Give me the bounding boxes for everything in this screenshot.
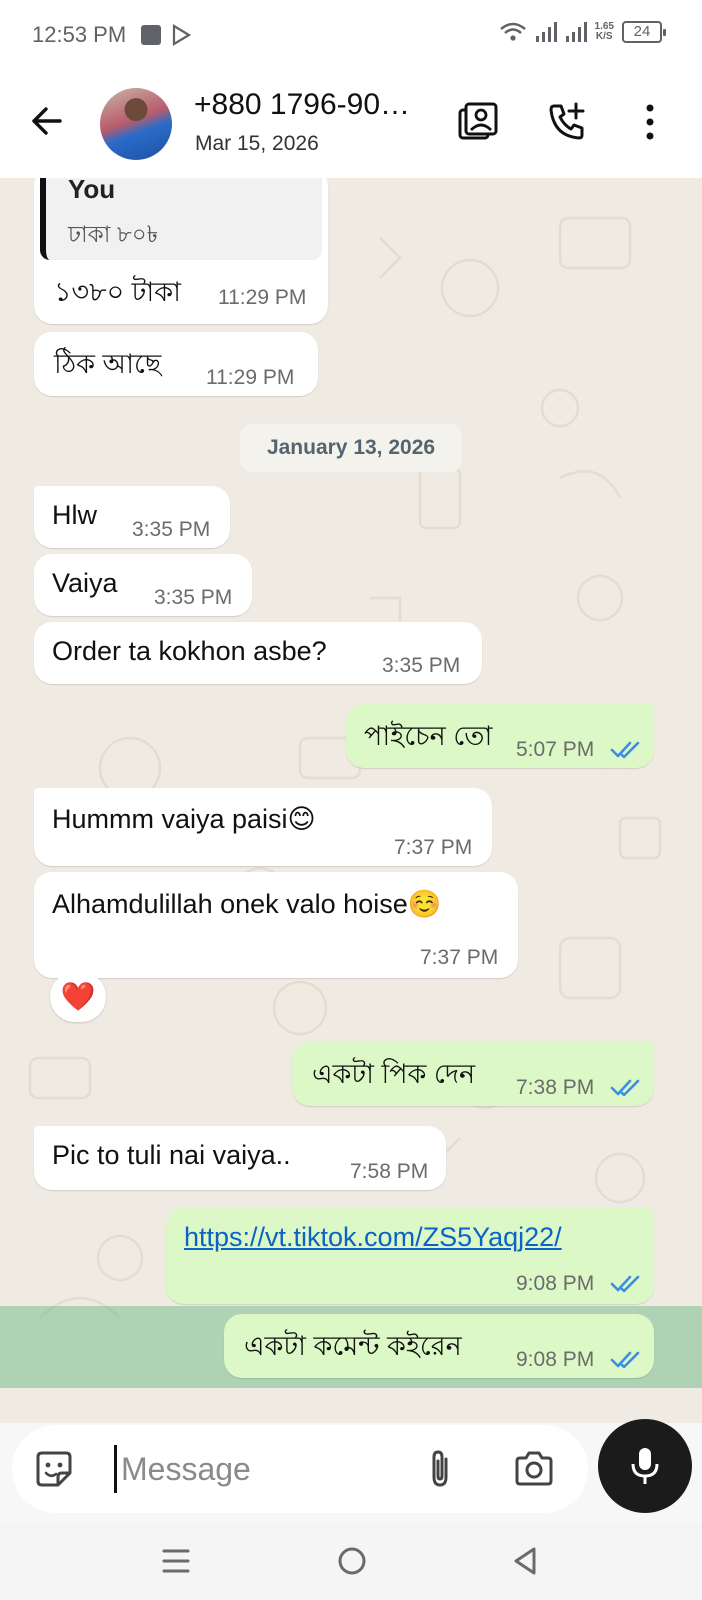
message-time: 3:35 PM <box>132 518 211 541</box>
chat-header: +880 1796-90… Mar 15, 2026 <box>0 70 702 178</box>
heart-reaction-icon[interactable]: ❤️ <box>50 972 106 1022</box>
message-time: 5:07 PM <box>516 738 595 761</box>
message-input-container[interactable] <box>12 1425 588 1513</box>
read-receipt-icon <box>610 741 640 759</box>
message-bubble-incoming[interactable]: You ঢাকা ৮০৳ ১৩৮০ টাকা 11:29 PM <box>34 178 328 324</box>
message-text: Alhamdulillah onek valo hoise☺️ <box>52 889 442 919</box>
status-indicators: 1.65 K/S 24 <box>499 20 666 44</box>
recents-icon[interactable] <box>158 1543 194 1579</box>
message-text: Vaiya <box>52 568 118 598</box>
message-bubble-outgoing[interactable]: একটা পিক দেন 7:38 PM <box>292 1042 654 1106</box>
message-bubble-incoming[interactable]: ঠিক আছে 11:29 PM <box>34 332 318 396</box>
back-arrow-icon[interactable] <box>26 100 68 142</box>
message-bubble-incoming[interactable]: Hlw 3:35 PM <box>34 486 230 548</box>
wifi-icon <box>499 22 526 41</box>
app-notification-icon <box>141 25 161 45</box>
play-notification-icon <box>172 24 192 46</box>
signal-icon-1 <box>535 22 557 42</box>
message-time: 3:35 PM <box>154 586 233 609</box>
status-bar: 12:53 PM 1.65 K/S 24 <box>0 0 702 70</box>
quoted-author: You <box>68 178 116 204</box>
camera-icon[interactable] <box>512 1447 556 1491</box>
message-text: Pic to tuli nai vaiya.. <box>52 1140 291 1170</box>
message-time: 7:37 PM <box>420 946 499 969</box>
battery-icon: 24 <box>622 21 666 43</box>
home-icon[interactable] <box>334 1543 370 1579</box>
message-bubble-incoming[interactable]: Alhamdulillah onek valo hoise☺️ 7:37 PM <box>34 872 518 978</box>
read-receipt-icon <box>610 1079 640 1097</box>
back-icon[interactable] <box>508 1543 544 1579</box>
system-nav-bar <box>0 1523 702 1600</box>
add-call-icon[interactable] <box>546 100 590 144</box>
signal-icon-2 <box>565 22 587 42</box>
message-bubble-outgoing[interactable]: পাইচেন তো 5:07 PM <box>346 704 654 768</box>
quoted-reply[interactable]: You ঢাকা ৮০৳ <box>40 178 322 260</box>
message-bubble-outgoing[interactable]: একটা কমেন্ট কইরেন 9:08 PM <box>224 1314 654 1378</box>
mic-icon <box>631 1448 659 1484</box>
message-text: একটা কমেন্ট কইরেন <box>244 1331 462 1361</box>
more-vert-icon[interactable] <box>628 100 672 144</box>
message-input[interactable] <box>114 1445 414 1493</box>
message-composer <box>0 1419 702 1523</box>
sticker-icon[interactable] <box>32 1447 76 1491</box>
contact-subtitle: Mar 15, 2026 <box>195 132 319 155</box>
message-text: Hlw <box>52 500 97 530</box>
message-time: 9:08 PM <box>516 1348 595 1371</box>
status-time: 12:53 PM <box>32 22 127 47</box>
read-receipt-icon <box>610 1275 640 1293</box>
message-bubble-incoming[interactable]: Vaiya 3:35 PM <box>34 554 252 616</box>
chat-area[interactable]: You ঢাকা ৮০৳ ১৩৮০ টাকা 11:29 PM ঠিক আছে … <box>0 178 702 1423</box>
net-speed: 1.65 K/S <box>595 22 614 42</box>
date-divider: January 13, 2026 <box>240 424 462 472</box>
voice-record-button[interactable] <box>598 1419 692 1513</box>
message-text: একটা পিক দেন <box>312 1059 476 1089</box>
avatar[interactable] <box>100 88 172 160</box>
contact-card-icon[interactable] <box>456 100 500 144</box>
message-text: ১৩৮০ টাকা <box>54 277 181 307</box>
message-text: ঠিক আছে <box>54 349 162 379</box>
message-text: Hummm vaiya paisi😊 <box>52 804 316 834</box>
read-receipt-icon <box>610 1351 640 1369</box>
message-time: 11:29 PM <box>218 286 307 309</box>
message-link[interactable]: https://vt.tiktok.com/ZS5Yaqj22/ <box>184 1222 562 1253</box>
net-speed-unit: K/S <box>595 31 613 42</box>
message-time: 7:38 PM <box>516 1076 595 1099</box>
message-text: Order ta kokhon asbe? <box>52 636 327 666</box>
quoted-text: ঢাকা ৮০৳ <box>68 221 159 247</box>
message-time: 9:08 PM <box>516 1272 595 1295</box>
attach-icon[interactable] <box>418 1447 462 1491</box>
message-time: 11:29 PM <box>206 366 295 389</box>
message-bubble-incoming[interactable]: Hummm vaiya paisi😊 7:37 PM <box>34 788 492 866</box>
message-bubble-outgoing[interactable]: https://vt.tiktok.com/ZS5Yaqj22/ 9:08 PM <box>166 1208 654 1304</box>
message-time: 7:58 PM <box>350 1160 429 1183</box>
message-bubble-incoming[interactable]: Pic to tuli nai vaiya.. 7:58 PM <box>34 1126 446 1190</box>
message-bubble-incoming[interactable]: Order ta kokhon asbe? 3:35 PM <box>34 622 482 684</box>
contact-name[interactable]: +880 1796-90… <box>194 88 410 122</box>
message-text: পাইচেন তো <box>364 721 493 751</box>
message-time: 7:37 PM <box>394 836 473 859</box>
message-time: 3:35 PM <box>382 654 461 677</box>
